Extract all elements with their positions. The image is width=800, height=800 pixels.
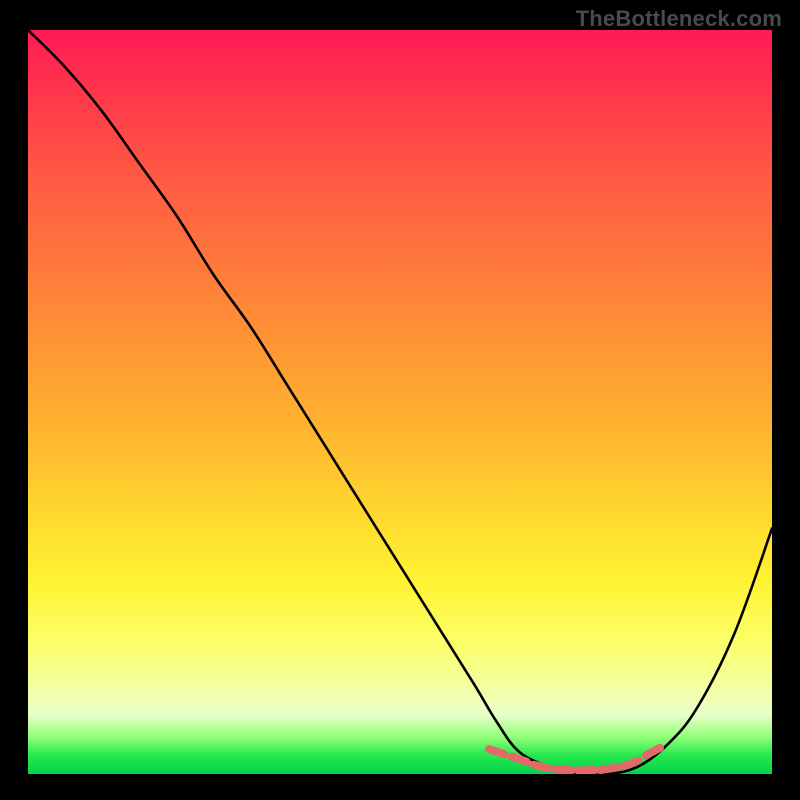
valley-marker [534,765,550,769]
curve-layer [28,30,772,774]
plot-area [28,30,772,774]
valley-marker [623,761,638,767]
valley-marker [489,749,504,754]
bottleneck-curve [28,30,772,774]
valley-marker [600,768,616,770]
chart-container: TheBottleneck.com [0,0,800,800]
valley-marker [512,757,527,762]
valley-marker [556,769,572,770]
watermark-text: TheBottleneck.com [576,6,782,32]
